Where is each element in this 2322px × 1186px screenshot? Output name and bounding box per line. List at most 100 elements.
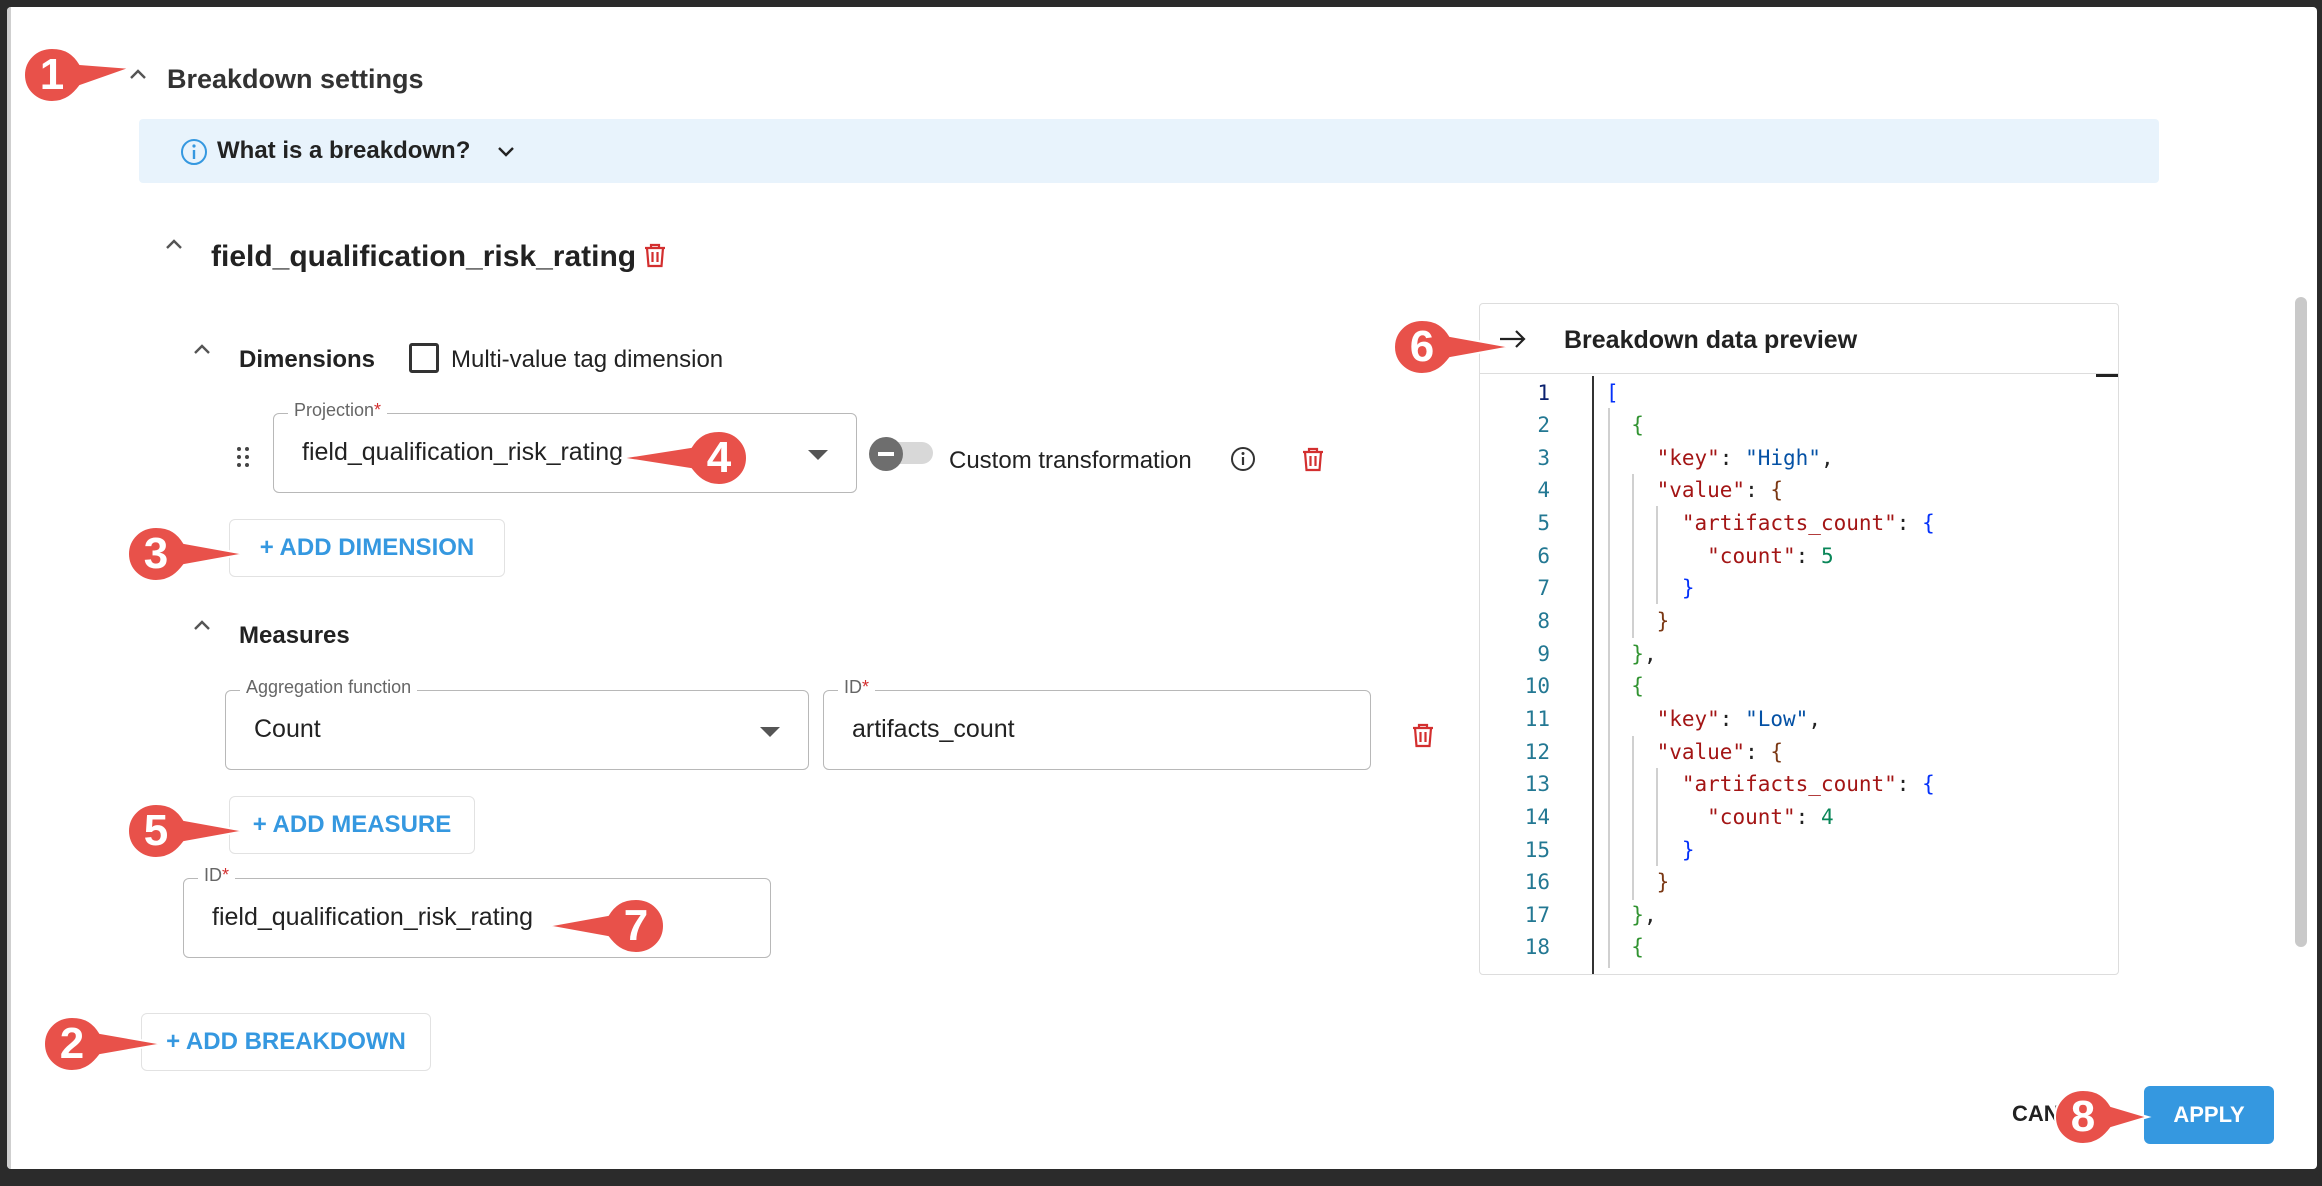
info-text: What is a breakdown? [217, 137, 471, 164]
line-number: 8 [1537, 609, 1550, 633]
breakdown-id-input[interactable]: ID* field_qualification_risk_rating [183, 865, 771, 958]
code-line: "value": { [1656, 478, 1784, 502]
projection-value: field_qualification_risk_rating [302, 438, 624, 466]
line-number: 12 [1524, 740, 1550, 764]
measures-collapse-chevron-icon[interactable] [187, 610, 217, 640]
line-number: 17 [1524, 903, 1550, 927]
code-line: [ [1606, 381, 1619, 405]
projection-label: Projection* [288, 400, 388, 421]
callout-number: 2 [59, 1019, 85, 1068]
add-breakdown-button[interactable]: + ADD BREAKDOWN [141, 1013, 431, 1071]
custom-transformation-label: Custom transformation [949, 447, 1192, 474]
code-line: "key": "High", [1656, 446, 1834, 470]
line-number: 16 [1524, 870, 1550, 894]
breakdown-id-label: ID* [198, 865, 236, 886]
code-line: }, [1631, 642, 1657, 666]
line-number: 18 [1524, 935, 1550, 959]
callout-number: 5 [143, 806, 169, 855]
multi-value-label: Multi-value tag dimension [451, 346, 724, 373]
code-line: } [1681, 576, 1695, 600]
line-number: 10 [1524, 674, 1550, 698]
callout-marker-6: 6 [1391, 316, 1512, 378]
callout-number: 6 [1409, 322, 1435, 371]
breakdown-collapse-chevron-icon[interactable] [159, 229, 189, 259]
custom-transformation-toggle[interactable] [869, 437, 933, 471]
line-number: 13 [1524, 772, 1550, 796]
code-line: "key": "Low", [1656, 707, 1821, 731]
code-line: "artifacts_count": { [1681, 772, 1935, 796]
dialog-scrollbar[interactable] [2295, 297, 2307, 947]
dropdown-caret-icon [760, 727, 780, 737]
code-line: } [1681, 838, 1695, 862]
preview-title: Breakdown data preview [1564, 326, 1858, 354]
dropdown-caret-icon [808, 450, 828, 460]
code-line: } [1656, 870, 1670, 894]
info-bar[interactable]: What is a breakdown? [139, 119, 2159, 183]
callout-marker-4: 4 [619, 427, 750, 489]
required-mark: * [862, 677, 870, 697]
line-number: 14 [1524, 805, 1550, 829]
code-line: "value": { [1656, 740, 1784, 764]
dialog-edge [7, 7, 11, 1169]
chevron-down-icon[interactable] [491, 137, 521, 167]
delete-dimension-trash-icon[interactable] [1297, 443, 1329, 480]
breakdown-data-preview: Breakdown data preview 1 2 3 4 5 6 7 8 9… [1479, 303, 2119, 975]
callout-number: 8 [2070, 1092, 2096, 1141]
breakdown-dialog: Breakdown settings What is a breakdown? … [7, 7, 2317, 1169]
callout-number: 3 [143, 529, 169, 578]
callout-number: 7 [623, 901, 649, 950]
breakdown-id-label-text: ID [204, 865, 222, 885]
callout-number: 1 [39, 50, 65, 99]
dimensions-label: Dimensions [239, 346, 376, 373]
add-measure-button[interactable]: + ADD MEASURE [229, 796, 475, 854]
callout-marker-1: 1 [21, 44, 132, 106]
line-number: 2 [1537, 413, 1550, 437]
line-number: 15 [1524, 838, 1550, 862]
section-collapse-chevron-icon[interactable] [123, 59, 153, 89]
delete-breakdown-trash-icon[interactable] [639, 239, 671, 276]
measure-id-label-text: ID [844, 677, 862, 697]
line-number: 5 [1537, 511, 1550, 535]
code-line: } [1656, 609, 1670, 633]
measure-id-input[interactable]: ID* artifacts_count [823, 677, 1371, 770]
add-dimension-button[interactable]: + ADD DIMENSION [229, 519, 505, 577]
projection-select[interactable]: Projection* field_qualification_risk_rat… [273, 400, 857, 493]
aggregation-function-select[interactable]: Aggregation function Count [225, 677, 809, 770]
required-mark: * [374, 400, 382, 420]
measure-id-value: artifacts_count [852, 715, 1015, 743]
aggregation-value: Count [254, 715, 321, 743]
drag-handle-icon[interactable] [235, 444, 251, 470]
callout-marker-8: 8 [2052, 1086, 2152, 1148]
code-line: "count": 4 [1707, 805, 1834, 829]
callout-number: 4 [706, 433, 732, 482]
code-line: }, [1631, 903, 1657, 927]
line-number: 3 [1537, 446, 1550, 470]
code-line: { [1631, 674, 1644, 698]
measure-id-label: ID* [838, 677, 876, 698]
measures-label: Measures [239, 622, 350, 649]
breakdown-name: field_qualification_risk_rating [211, 240, 637, 273]
line-number: 6 [1537, 544, 1550, 568]
line-number: 7 [1537, 576, 1550, 600]
dimensions-collapse-chevron-icon[interactable] [187, 334, 217, 364]
code-line: "artifacts_count": { [1681, 511, 1935, 535]
code-line: { [1631, 413, 1644, 437]
code-line: "count": 5 [1707, 544, 1834, 568]
callout-marker-7: 7 [546, 895, 667, 957]
projection-label-text: Projection [294, 400, 375, 420]
info-circle-icon[interactable] [1229, 445, 1257, 473]
multi-value-checkbox[interactable] [409, 343, 439, 373]
line-number: 9 [1537, 642, 1550, 666]
json-code-view[interactable]: 1 2 3 4 5 6 7 8 9 10 11 12 13 14 15 16 1… [1480, 376, 2118, 974]
info-circle-icon [179, 137, 209, 167]
preview-header: Breakdown data preview [1480, 304, 2118, 377]
toggle-knob [869, 437, 903, 471]
delete-measure-trash-icon[interactable] [1407, 719, 1439, 756]
code-gutter-divider [1592, 376, 1594, 974]
apply-button[interactable]: APPLY [2144, 1086, 2274, 1144]
line-number: 11 [1524, 707, 1550, 731]
breakdown-id-value: field_qualification_risk_rating [212, 903, 534, 931]
code-line: { [1631, 935, 1644, 959]
callout-marker-5: 5 [125, 800, 246, 862]
line-number: 4 [1537, 478, 1550, 502]
